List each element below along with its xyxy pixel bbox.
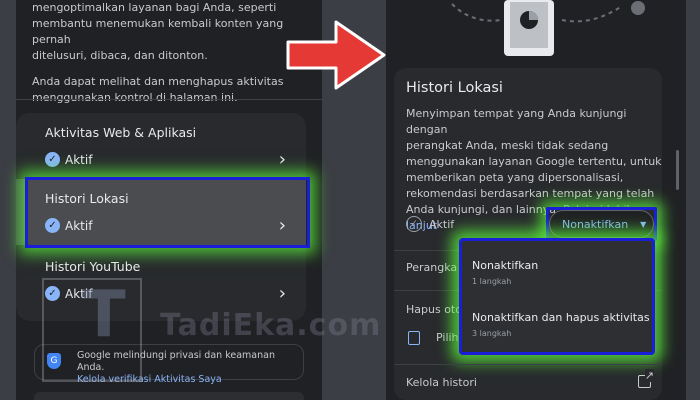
divider: [394, 364, 662, 365]
divider: [16, 99, 322, 100]
intro-line: mengoptimalkan layanan bagi Anda, sepert…: [32, 1, 277, 14]
activity-item-web-app[interactable]: Aktivitas Web & Aplikasi ✓ Aktif ›: [16, 113, 306, 179]
desc-line: rekomendasi berdasarkan tempat yang tela…: [406, 187, 655, 200]
status-label: Aktif: [429, 217, 455, 231]
choose-option-label[interactable]: Pilih: [436, 331, 459, 344]
watermark-logo: T: [82, 278, 126, 352]
check-circle-icon: ✓: [45, 152, 60, 167]
turn-off-menu: Nonaktifkan 1 langkah Nonaktifkan dan ha…: [459, 238, 655, 355]
option-subtitle: 1 langkah: [472, 277, 512, 286]
desc-line: perangkat Anda, meski tidak sedang: [406, 139, 609, 152]
check-circle-outline-icon: ✓: [406, 216, 422, 232]
location-illustration: [451, 0, 645, 56]
item-title: Histori YouTube: [45, 259, 141, 274]
screenshot-stage: mengoptimalkan layanan bagi Anda, sepert…: [0, 0, 700, 400]
chevron-right-icon: ›: [278, 283, 286, 304]
manage-history-link[interactable]: Kelola histori: [406, 376, 477, 389]
watermark-text: TadiEka.com: [160, 308, 382, 343]
status-label: Aktif: [65, 152, 93, 167]
intro-line: membantu menemukan kembali konten yang p…: [32, 17, 284, 46]
option-title: Nonaktifkan: [472, 259, 539, 272]
intro-line: ditelusuri, dibaca, dan ditonton.: [32, 49, 208, 62]
desc-line: memberikan peta yang dipersonalisasi,: [406, 171, 624, 184]
item-title: Aktivitas Web & Aplikasi: [45, 125, 197, 140]
scrollbar[interactable]: [676, 150, 679, 190]
status-row: ✓ Aktif: [406, 216, 454, 232]
intro-line: menggunakan kontrol di halaman ini.: [32, 91, 238, 104]
open-external-icon[interactable]: [638, 369, 654, 388]
calendar-icon: [408, 331, 420, 345]
desc-line: menggunakan layanan Google tertentu, unt…: [406, 155, 662, 168]
device-settings-label: Perangka: [406, 261, 458, 274]
option-subtitle: 3 langkah: [472, 329, 512, 338]
page-title: Histori Lokasi: [406, 80, 503, 96]
intro-line: Anda dapat melihat dan menghapus aktivit…: [32, 75, 284, 88]
option-title: Nonaktifkan dan hapus aktivitas: [472, 311, 650, 324]
desc-line: Menyimpan tempat yang Anda kunjungi deng…: [406, 107, 627, 136]
desc-line: Anda kunjungi, dan lainnya.: [406, 203, 560, 216]
highlight-dropdown: [546, 207, 657, 241]
red-arrow-icon: [286, 20, 386, 90]
highlight-location-history: [25, 177, 310, 248]
auto-delete-label: Hapus oto: [406, 303, 462, 316]
next-card-edge: [34, 392, 304, 400]
item-status: ✓ Aktif: [45, 152, 92, 167]
menu-option-turn-off-and-delete[interactable]: Nonaktifkan dan hapus aktivitas 3 langka…: [462, 301, 652, 347]
chevron-right-icon: ›: [278, 149, 286, 170]
menu-option-turn-off[interactable]: Nonaktifkan 1 langkah: [462, 247, 652, 293]
